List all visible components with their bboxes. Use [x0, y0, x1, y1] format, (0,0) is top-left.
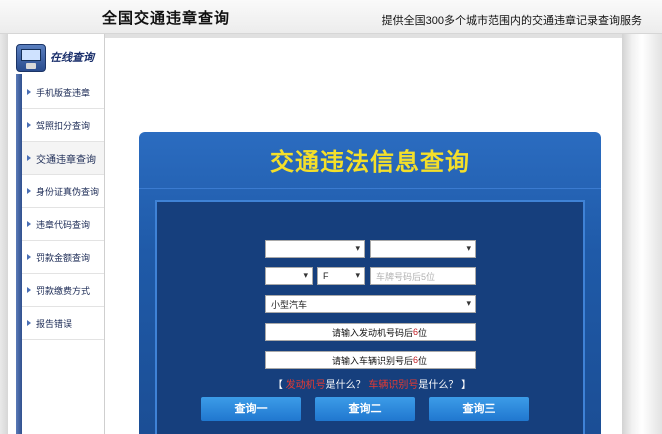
header: 全国交通违章查询 提供全国300多个城市范围内的交通违章记录查询服务: [0, 0, 662, 34]
left-frame: [0, 34, 8, 434]
sidebar-item-label: 手机版查违章: [36, 87, 91, 98]
panel-title: 交通违法信息查询: [270, 149, 470, 176]
site-title: 全国交通违章查询: [102, 10, 231, 27]
right-frame: [622, 34, 662, 434]
engine-number-input[interactable]: 请输入发动机号码后 6 位: [265, 323, 476, 341]
engine-number-help-link[interactable]: 发动机号: [286, 380, 326, 391]
computer-icon: [16, 44, 46, 72]
sidebar-item-fine-payment[interactable]: 罚款缴费方式: [22, 274, 104, 307]
plate-prefix-select[interactable]: [265, 267, 313, 285]
plate-letter-select[interactable]: F: [317, 267, 365, 285]
sidebar-item-label: 罚款金额查询: [36, 252, 91, 263]
sidebar-item-label: 罚款缴费方式: [36, 285, 91, 296]
help-links: 【 发动机号是什么？ 车辆识别号是什么？ 】: [272, 380, 472, 391]
header-tagline: 提供全国300多个城市范围内的交通违章记录查询服务: [381, 15, 642, 27]
sidebar-item-violation-code[interactable]: 违章代码查询: [22, 208, 104, 241]
query-one-button[interactable]: 查询一: [201, 397, 301, 421]
sidebar-item-violation-query[interactable]: 交通违章查询: [22, 142, 104, 175]
sidebar-item-fine-amount[interactable]: 罚款金额查询: [22, 241, 104, 274]
sidebar-item-label: 报告错误: [36, 318, 73, 329]
sidebar-item-report-error[interactable]: 报告错误: [22, 307, 104, 340]
arrow-right-icon: [27, 221, 31, 227]
query-panel: 交通违法信息查询 F 车牌号码后5位 小型汽车: [139, 132, 601, 434]
arrow-right-icon: [27, 320, 31, 326]
arrow-right-icon: [27, 89, 31, 95]
sidebar-item-license-points[interactable]: 驾照扣分查询: [22, 109, 104, 142]
sidebar-header: 在线查询: [8, 38, 104, 74]
arrow-right-icon: [27, 155, 31, 161]
city-select[interactable]: [370, 240, 476, 258]
vin-input[interactable]: 请输入车辆识别号后 6 位: [265, 351, 476, 369]
arrow-right-icon: [27, 287, 31, 293]
query-two-button[interactable]: 查询二: [315, 397, 415, 421]
query-three-button[interactable]: 查询三: [429, 397, 529, 421]
sidebar-item-label: 违章代码查询: [36, 219, 91, 230]
plate-number-input[interactable]: 车牌号码后5位: [370, 267, 476, 285]
main-content: 交通违法信息查询 F 车牌号码后5位 小型汽车: [104, 34, 623, 434]
arrow-right-icon: [27, 188, 31, 194]
sidebar-item-mobile-query[interactable]: 手机版查违章: [22, 76, 104, 109]
plate-number-placeholder: 车牌号码后5位: [376, 271, 436, 282]
sidebar-item-label: 驾照扣分查询: [36, 120, 91, 131]
vin-help-link[interactable]: 车辆识别号: [368, 380, 418, 391]
vehicle-type-select[interactable]: 小型汽车: [265, 295, 476, 313]
arrow-right-icon: [27, 254, 31, 260]
query-form: F 车牌号码后5位 小型汽车 请输入发动机号码后6位 请输入车辆识别号后6位 【…: [155, 200, 585, 434]
sidebar-item-label: 交通违章查询: [36, 154, 96, 166]
sidebar-item-id-verify[interactable]: 身份证真伪查询: [22, 175, 104, 208]
sidebar: 在线查询 手机版查违章 驾照扣分查询 交通违章查询 身份证真伪查询 违章代码查询…: [8, 34, 104, 434]
province-select[interactable]: [265, 240, 365, 258]
sidebar-title: 在线查询: [50, 52, 94, 64]
arrow-right-icon: [27, 122, 31, 128]
sidebar-menu: 手机版查违章 驾照扣分查询 交通违章查询 身份证真伪查询 违章代码查询 罚款金额…: [22, 76, 104, 340]
sidebar-item-label: 身份证真伪查询: [36, 186, 100, 197]
